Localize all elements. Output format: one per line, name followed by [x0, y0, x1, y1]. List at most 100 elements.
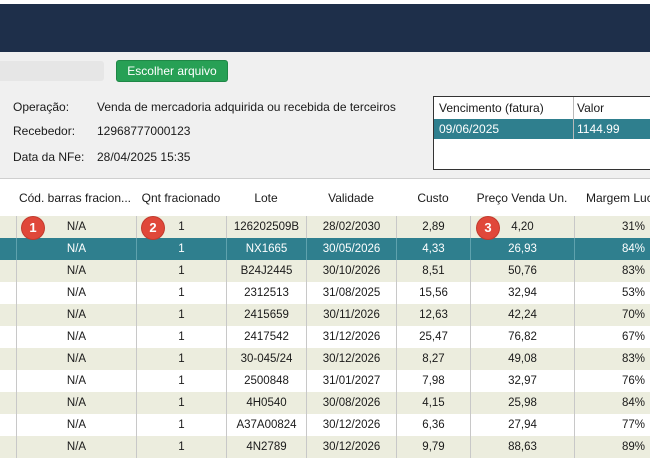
data-nfe-label: Data da NFe:	[13, 150, 85, 164]
cell-custo: 4,15	[396, 392, 470, 414]
table-header: Cód. barras fracion... Qnt fracionado Lo…	[0, 179, 650, 215]
cell-lote: B24J2445	[226, 260, 306, 282]
operacao-value: Venda de mercadoria adquirida ou recebid…	[97, 100, 396, 114]
callout-badge-2: 2	[142, 217, 164, 239]
cell-qnt-fracionado: 1	[136, 414, 226, 436]
vencimento-row[interactable]: 09/06/2025 1144.99	[434, 119, 650, 139]
cell-cod-barras: N/A	[16, 304, 136, 326]
cell-lote: 2415659	[226, 304, 306, 326]
table-row[interactable]: N/A 1 126202509B 28/02/2030 2,89 4,20 31%	[0, 216, 650, 238]
cell-custo: 8,51	[396, 260, 470, 282]
cell-qnt-fracionado: 1	[136, 238, 226, 260]
file-path-field[interactable]	[0, 61, 104, 81]
data-nfe-value: 28/04/2025 15:35	[97, 150, 191, 164]
vencimento-header-value: Valor	[577, 101, 605, 115]
column-divider	[573, 97, 574, 139]
callout-badge-3: 3	[477, 217, 499, 239]
cell-lote: 2312513	[226, 282, 306, 304]
cell-validade: 30/05/2026	[306, 238, 396, 260]
cell-margem-lucro: 83%	[574, 348, 650, 370]
table-row[interactable]: N/A 1 B24J2445 30/10/2026 8,51 50,76 83%	[0, 260, 650, 282]
cell-custo: 25,47	[396, 326, 470, 348]
cell-lote: 2500848	[226, 370, 306, 392]
cell-cod-barras: N/A	[16, 348, 136, 370]
cell-custo: 12,63	[396, 304, 470, 326]
cell-margem-lucro: 67%	[574, 326, 650, 348]
products-table: Cód. barras fracion... Qnt fracionado Lo…	[0, 178, 650, 460]
vencimento-table: Vencimento (fatura) Valor 09/06/2025 114…	[433, 96, 650, 170]
recebedor-label: Recebedor:	[13, 124, 76, 138]
cell-preco-venda: 50,76	[470, 260, 574, 282]
cell-preco-venda: 32,94	[470, 282, 574, 304]
table-row[interactable]: N/A 1 30-045/24 30/12/2026 8,27 49,08 83%	[0, 348, 650, 370]
operacao-label: Operação:	[13, 100, 70, 114]
cell-cod-barras: N/A	[16, 282, 136, 304]
header-custo[interactable]: Custo	[396, 191, 470, 205]
vencimento-header-date: Vencimento (fatura)	[439, 101, 544, 115]
cell-margem-lucro: 83%	[574, 260, 650, 282]
cell-validade: 30/08/2026	[306, 392, 396, 414]
table-row[interactable]: N/A 1 2417542 31/12/2026 25,47 76,82 67%	[0, 326, 650, 348]
header-qnt-fracionado[interactable]: Qnt fracionado	[136, 191, 226, 205]
cell-qnt-fracionado: 1	[136, 260, 226, 282]
table-row[interactable]: N/A 1 2312513 31/08/2025 15,56 32,94 53%	[0, 282, 650, 304]
cell-validade: 31/12/2026	[306, 326, 396, 348]
header-validade[interactable]: Validade	[306, 191, 396, 205]
cell-margem-lucro: 84%	[574, 238, 650, 260]
table-row[interactable]: N/A 1 A37A00824 30/12/2026 6,36 27,94 77%	[0, 414, 650, 436]
table-row[interactable]: N/A 1 4H0540 30/08/2026 4,15 25,98 84%	[0, 392, 650, 414]
cell-qnt-fracionado: 1	[136, 436, 226, 458]
cell-margem-lucro: 89%	[574, 436, 650, 458]
cell-validade: 31/01/2027	[306, 370, 396, 392]
cell-preco-venda: 27,94	[470, 414, 574, 436]
cell-cod-barras: N/A	[16, 414, 136, 436]
cell-qnt-fracionado: 1	[136, 282, 226, 304]
choose-file-button[interactable]: Escolher arquivo	[116, 60, 228, 82]
cell-cod-barras: N/A	[16, 370, 136, 392]
cell-cod-barras: N/A	[16, 436, 136, 458]
cell-qnt-fracionado: 1	[136, 348, 226, 370]
cell-validade: 31/08/2025	[306, 282, 396, 304]
invoice-info-panel: Operação: Venda de mercadoria adquirida …	[0, 88, 650, 178]
header-margem-lucro[interactable]: Margem Lucro	[578, 191, 650, 205]
cell-validade: 30/12/2026	[306, 436, 396, 458]
cell-custo: 2,89	[396, 216, 470, 238]
cell-custo: 6,36	[396, 414, 470, 436]
header-preco-venda[interactable]: Preço Venda Un.	[470, 191, 574, 205]
table-row[interactable]: N/A 1 NX1665 30/05/2026 4,33 26,93 84%	[0, 238, 650, 260]
cell-qnt-fracionado: 1	[136, 326, 226, 348]
vencimento-value: 1144.99	[577, 122, 620, 136]
cell-margem-lucro: 53%	[574, 282, 650, 304]
cell-qnt-fracionado: 1	[136, 304, 226, 326]
header-lote[interactable]: Lote	[226, 191, 306, 205]
cell-custo: 8,27	[396, 348, 470, 370]
cell-margem-lucro: 70%	[574, 304, 650, 326]
cell-qnt-fracionado: 1	[136, 370, 226, 392]
file-upload-row: Escolher arquivo	[0, 52, 650, 88]
cell-validade: 28/02/2030	[306, 216, 396, 238]
cell-cod-barras: N/A	[16, 260, 136, 282]
cell-cod-barras: N/A	[16, 392, 136, 414]
table-row[interactable]: N/A 1 2500848 31/01/2027 7,98 32,97 76%	[0, 370, 650, 392]
cell-preco-venda: 26,93	[470, 238, 574, 260]
cell-lote: 2417542	[226, 326, 306, 348]
cell-margem-lucro: 31%	[574, 216, 650, 238]
cell-lote: NX1665	[226, 238, 306, 260]
cell-preco-venda: 42,24	[470, 304, 574, 326]
cell-qnt-fracionado: 1	[136, 392, 226, 414]
cell-lote: 4H0540	[226, 392, 306, 414]
recebedor-value: 12968777000123	[97, 124, 191, 138]
cell-preco-venda: 49,08	[470, 348, 574, 370]
table-row[interactable]: N/A 1 2415659 30/11/2026 12,63 42,24 70%	[0, 304, 650, 326]
cell-custo: 7,98	[396, 370, 470, 392]
cell-custo: 4,33	[396, 238, 470, 260]
cell-margem-lucro: 76%	[574, 370, 650, 392]
header-cod-barras[interactable]: Cód. barras fracion...	[16, 191, 134, 205]
cell-margem-lucro: 84%	[574, 392, 650, 414]
cell-preco-venda: 76,82	[470, 326, 574, 348]
table-row[interactable]: N/A 1 4N2789 30/12/2026 9,79 88,63 89%	[0, 436, 650, 458]
cell-margem-lucro: 77%	[574, 414, 650, 436]
app-header-bar	[0, 0, 650, 52]
cell-preco-venda: 32,97	[470, 370, 574, 392]
cell-custo: 15,56	[396, 282, 470, 304]
